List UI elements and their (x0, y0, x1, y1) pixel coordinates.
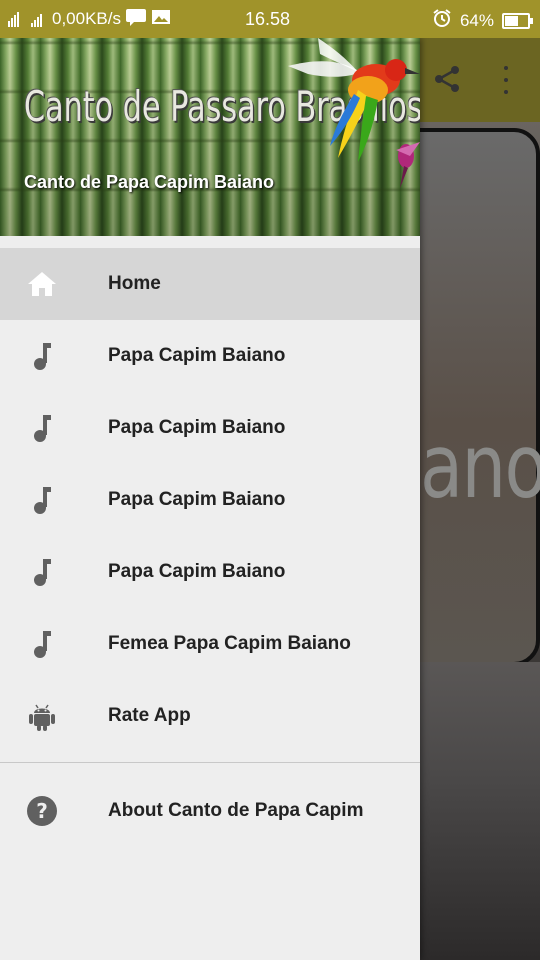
music-note-icon (26, 628, 58, 660)
menu-item-rate-app[interactable]: Rate App (0, 680, 420, 752)
menu-item-about[interactable]: ? About Canto de Papa Capim (0, 775, 420, 847)
drawer-header: Canto de Passaro Brasilios Canto de Papa… (0, 38, 420, 236)
status-bar: 0,00KB/s 16.58 64% (0, 0, 540, 38)
menu-item-label: Papa Capim Baiano (108, 561, 286, 582)
menu-item-papa-capim-4[interactable]: Papa Capim Baiano (0, 536, 420, 608)
home-icon (26, 268, 58, 300)
background-lower-panel (420, 662, 540, 960)
svg-text:?: ? (36, 799, 48, 823)
menu-item-papa-capim-2[interactable]: Papa Capim Baiano (0, 392, 420, 464)
menu-item-home[interactable]: Home (0, 248, 420, 320)
drawer-menu: Home Papa Capim Baiano Papa Capim Baiano… (0, 248, 420, 847)
menu-item-papa-capim-3[interactable]: Papa Capim Baiano (0, 464, 420, 536)
app-toolbar (420, 38, 540, 122)
message-icon (125, 8, 147, 31)
navigation-drawer: Canto de Passaro Brasilios Canto de Papa… (0, 38, 420, 960)
menu-item-papa-capim-1[interactable]: Papa Capim Baiano (0, 320, 420, 392)
music-note-icon (26, 484, 58, 516)
menu-divider (0, 762, 420, 763)
header-subtitle: Canto de Papa Capim Baiano (24, 172, 275, 192)
alarm-icon (432, 8, 452, 33)
music-note-icon (26, 412, 58, 444)
battery-percent: 64% (459, 10, 494, 30)
menu-item-label: Home (108, 273, 161, 294)
menu-item-label: About Canto de Papa Capim (108, 800, 364, 821)
sim-signal-icon (8, 11, 19, 27)
background-title-text: ano (420, 415, 540, 518)
menu-item-label: Femea Papa Capim Baiano (108, 633, 351, 654)
android-icon (26, 700, 58, 732)
bird-illustration (288, 38, 420, 188)
sim2-signal-icon (31, 11, 42, 27)
menu-item-femea-papa-capim[interactable]: Femea Papa Capim Baiano (0, 608, 420, 680)
menu-item-label: Papa Capim Baiano (108, 417, 286, 438)
music-note-icon (26, 556, 58, 588)
help-icon: ? (26, 795, 58, 827)
menu-item-label: Rate App (108, 705, 191, 726)
network-speed: 0,00KB/s (52, 9, 121, 28)
more-options-icon[interactable] (504, 66, 508, 94)
image-icon (151, 8, 171, 31)
music-note-icon (26, 340, 58, 372)
menu-item-label: Papa Capim Baiano (108, 345, 286, 366)
share-icon[interactable] (432, 64, 462, 99)
battery-icon (502, 12, 533, 29)
clock: 16.58 (245, 9, 291, 29)
menu-item-label: Papa Capim Baiano (108, 489, 286, 510)
